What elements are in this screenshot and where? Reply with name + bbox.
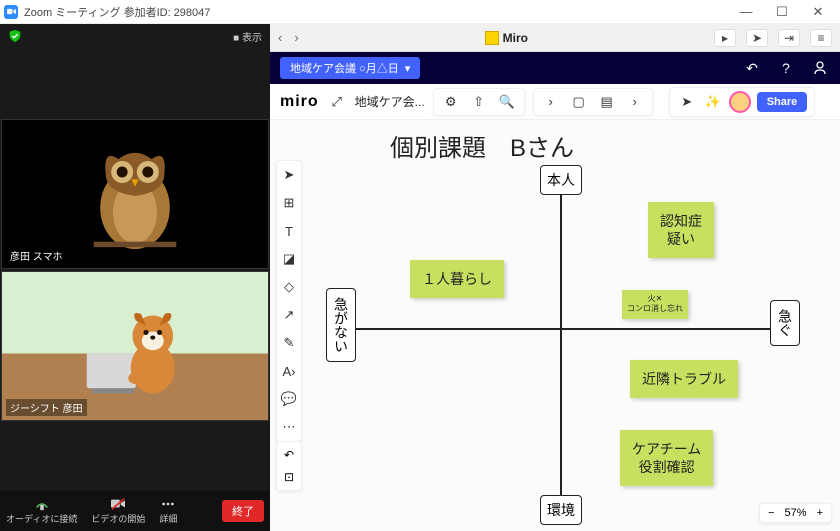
cast-button[interactable]: ⇥ bbox=[778, 29, 800, 47]
axis-label-top[interactable]: 本人 bbox=[540, 165, 582, 195]
undo-button[interactable]: ↶ bbox=[742, 58, 762, 78]
browser-tabbar: ‹ › Miro ▸ ➤ ⇥ ≡ bbox=[270, 24, 840, 52]
left-toolbar: ➤ ⊞ T ◪ ◇ ↗ ✎ A› 💬 ⋯ bbox=[276, 160, 302, 442]
export-icon[interactable]: ⇧ bbox=[469, 92, 489, 112]
shape-tool[interactable]: ◇ bbox=[281, 279, 297, 295]
video-button[interactable]: ビデオの開始 bbox=[91, 497, 145, 525]
help-button[interactable]: ? bbox=[776, 58, 796, 78]
search-icon[interactable]: 🔍 bbox=[497, 92, 517, 112]
tab-title[interactable]: Miro bbox=[485, 31, 528, 45]
user-avatar[interactable] bbox=[729, 91, 751, 113]
pen-tool[interactable]: ✎ bbox=[281, 335, 297, 351]
miro-logo[interactable]: miro bbox=[280, 93, 319, 111]
frames-tool[interactable]: ⊡ bbox=[284, 470, 294, 484]
miro-canvas[interactable]: ➤ ⊞ T ◪ ◇ ↗ ✎ A› 💬 ⋯ ↶ ⊡ 個別課題 Bさん bbox=[270, 120, 840, 531]
comment-tool[interactable]: 💬 bbox=[281, 391, 297, 407]
sticky-tool[interactable]: ◪ bbox=[281, 251, 297, 267]
dog-avatar bbox=[80, 281, 190, 411]
participant-name: 彦田 スマホ bbox=[6, 247, 66, 264]
menu-button[interactable]: ≡ bbox=[810, 29, 832, 47]
back-button[interactable]: ‹ bbox=[278, 30, 282, 45]
sticky-note[interactable]: 認知症 疑い bbox=[648, 202, 714, 258]
expand-icon[interactable]: ⤢ bbox=[327, 92, 347, 112]
window-title: Zoom ミーティング 参加者ID: 298047 bbox=[24, 4, 210, 20]
share-button[interactable]: Share bbox=[757, 92, 808, 112]
shield-icon[interactable] bbox=[8, 29, 22, 43]
more-tool[interactable]: ⋯ bbox=[281, 419, 297, 435]
sticky-note[interactable]: ケアチーム 役割確認 bbox=[620, 430, 713, 486]
reactions-icon[interactable]: ✨ bbox=[703, 92, 723, 112]
font-tool[interactable]: A› bbox=[281, 363, 297, 379]
line-tool[interactable]: ↗ bbox=[281, 307, 297, 323]
miro-toolbar: miro ⤢ 地域ケア会... ⚙ ⇧ 🔍 › ▢ ▤ › ➤ ✨ bbox=[270, 84, 840, 120]
left-toolbar-2: ↶ ⊡ bbox=[276, 441, 302, 491]
chevron-icon[interactable]: › bbox=[541, 92, 561, 112]
audio-button[interactable]: オーディオに接続 bbox=[6, 497, 77, 525]
settings-icon[interactable]: ⚙ bbox=[441, 92, 461, 112]
sticky-note[interactable]: 火✕ コンロ消し忘れ bbox=[622, 290, 688, 319]
cursor-share-icon[interactable]: ➤ bbox=[677, 92, 697, 112]
miro-topbar: 地域ケア会議 ○月△日▾ ↶ ? bbox=[270, 52, 840, 84]
close-button[interactable]: ✕ bbox=[800, 0, 836, 24]
browser-panel: ‹ › Miro ▸ ➤ ⇥ ≡ 地域ケア会議 ○月△日▾ ↶ ? miro bbox=[270, 24, 840, 531]
profile-button[interactable] bbox=[810, 58, 830, 78]
miro-favicon bbox=[485, 31, 499, 45]
sticky-note[interactable]: １人暮らし bbox=[410, 260, 504, 298]
view-button[interactable]: ■ 表示 bbox=[233, 29, 262, 44]
window-titlebar: Zoom ミーティング 参加者ID: 298047 — ☐ ✕ bbox=[0, 0, 840, 24]
end-button[interactable]: 終了 bbox=[222, 500, 264, 522]
zoom-out-button[interactable]: − bbox=[768, 507, 774, 519]
participant-name: ジーシフト 彦田 bbox=[6, 399, 87, 416]
select-tool[interactable]: ➤ bbox=[281, 167, 297, 183]
send-button[interactable]: ➤ bbox=[746, 29, 768, 47]
axis-label-right[interactable]: 急ぐ bbox=[770, 300, 800, 346]
text-tool[interactable]: T bbox=[281, 223, 297, 239]
ext-button[interactable]: ▸ bbox=[714, 29, 736, 47]
zoom-level[interactable]: 57% bbox=[785, 507, 807, 519]
more-button[interactable]: 詳細 bbox=[159, 497, 177, 525]
zoom-control: − 57% + bbox=[759, 503, 832, 523]
chevron-down-icon: ▾ bbox=[405, 62, 411, 75]
owl-avatar bbox=[80, 129, 190, 259]
present-icon[interactable]: ▢ bbox=[569, 92, 589, 112]
chevron-icon[interactable]: › bbox=[625, 92, 645, 112]
zoom-panel: ■ 表示 彦田 スマホ bbox=[0, 24, 270, 531]
axis-label-left[interactable]: 急がない bbox=[326, 288, 356, 362]
zoom-app-icon bbox=[4, 5, 18, 19]
axis-vertical[interactable] bbox=[560, 185, 562, 515]
board-chip[interactable]: 地域ケア会議 ○月△日▾ bbox=[280, 57, 420, 79]
participant-video[interactable]: ジーシフト 彦田 bbox=[1, 271, 269, 421]
forward-button[interactable]: › bbox=[294, 30, 298, 45]
minimize-button[interactable]: — bbox=[728, 0, 764, 24]
undo-tool[interactable]: ↶ bbox=[284, 448, 294, 462]
template-tool[interactable]: ⊞ bbox=[281, 195, 297, 211]
axis-horizontal[interactable] bbox=[350, 328, 780, 330]
board-name[interactable]: 地域ケア会... bbox=[355, 93, 425, 110]
zoom-in-button[interactable]: + bbox=[817, 507, 823, 519]
axis-label-bottom[interactable]: 環境 bbox=[540, 495, 582, 525]
maximize-button[interactable]: ☐ bbox=[764, 0, 800, 24]
sticky-note[interactable]: 近隣トラブル bbox=[630, 360, 738, 398]
canvas-title[interactable]: 個別課題 Bさん bbox=[390, 128, 574, 163]
participant-video[interactable]: 彦田 スマホ bbox=[1, 119, 269, 269]
list-icon[interactable]: ▤ bbox=[597, 92, 617, 112]
